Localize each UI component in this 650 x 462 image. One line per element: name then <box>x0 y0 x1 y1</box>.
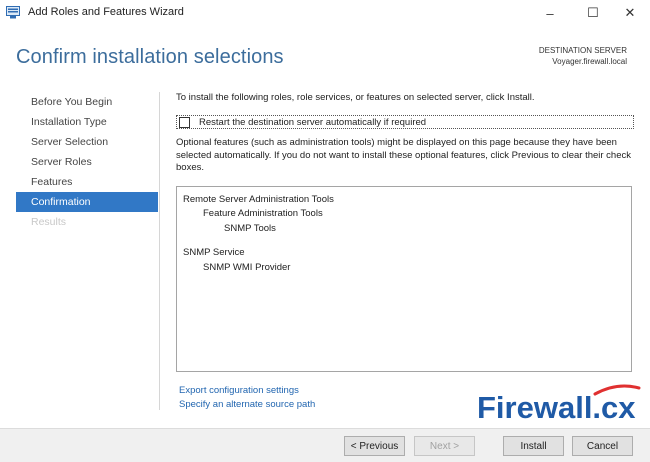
destination-server-name: Voyager.firewall.local <box>552 57 627 66</box>
maximize-button[interactable]: ☐ <box>573 0 613 26</box>
next-button: Next > <box>414 436 475 456</box>
restart-checkbox[interactable] <box>179 116 190 128</box>
features-list: Remote Server Administration Tools Featu… <box>176 186 632 372</box>
close-button[interactable]: ✕ <box>610 0 650 26</box>
nav-item-installation-type[interactable]: Installation Type <box>16 112 158 132</box>
restart-checkbox-label[interactable]: Restart the destination server automatic… <box>199 117 426 128</box>
nav-divider <box>159 92 160 410</box>
list-item: Feature Administration Tools <box>203 208 323 219</box>
optional-features-note: Optional features (such as administratio… <box>176 137 632 173</box>
alternate-source-path-link[interactable]: Specify an alternate source path <box>179 399 315 410</box>
title-bar: Add Roles and Features Wizard – ☐ ✕ <box>0 0 650 26</box>
previous-button[interactable]: < Previous <box>344 436 405 456</box>
cancel-button[interactable]: Cancel <box>572 436 633 456</box>
intro-text: To install the following roles, role ser… <box>176 92 535 103</box>
nav-item-before-you-begin[interactable]: Before You Begin <box>16 92 158 112</box>
list-item: SNMP Tools <box>224 223 276 234</box>
firewall-cx-logo: Firewall.cx <box>477 384 642 428</box>
list-item: SNMP Service <box>183 247 245 258</box>
nav-item-confirmation[interactable]: Confirmation <box>16 192 158 212</box>
nav-item-server-selection[interactable]: Server Selection <box>16 132 158 152</box>
destination-server-label: DESTINATION SERVER <box>538 46 627 55</box>
export-configuration-link[interactable]: Export configuration settings <box>179 385 299 396</box>
restart-option[interactable]: Restart the destination server automatic… <box>176 115 634 129</box>
list-item: SNMP WMI Provider <box>203 262 291 273</box>
list-item: Remote Server Administration Tools <box>183 194 334 205</box>
window-title: Add Roles and Features Wizard <box>28 6 184 18</box>
nav-item-server-roles[interactable]: Server Roles <box>16 152 158 172</box>
nav-item-results: Results <box>31 216 67 228</box>
install-button[interactable]: Install <box>503 436 564 456</box>
minimize-button[interactable]: – <box>530 0 570 26</box>
page-title: Confirm installation selections <box>16 46 284 68</box>
logo-text: Firewall.cx <box>477 390 636 425</box>
nav-item-features[interactable]: Features <box>16 172 158 192</box>
server-manager-icon <box>6 6 20 19</box>
wizard-nav: Before You Begin Installation Type Serve… <box>16 92 158 232</box>
